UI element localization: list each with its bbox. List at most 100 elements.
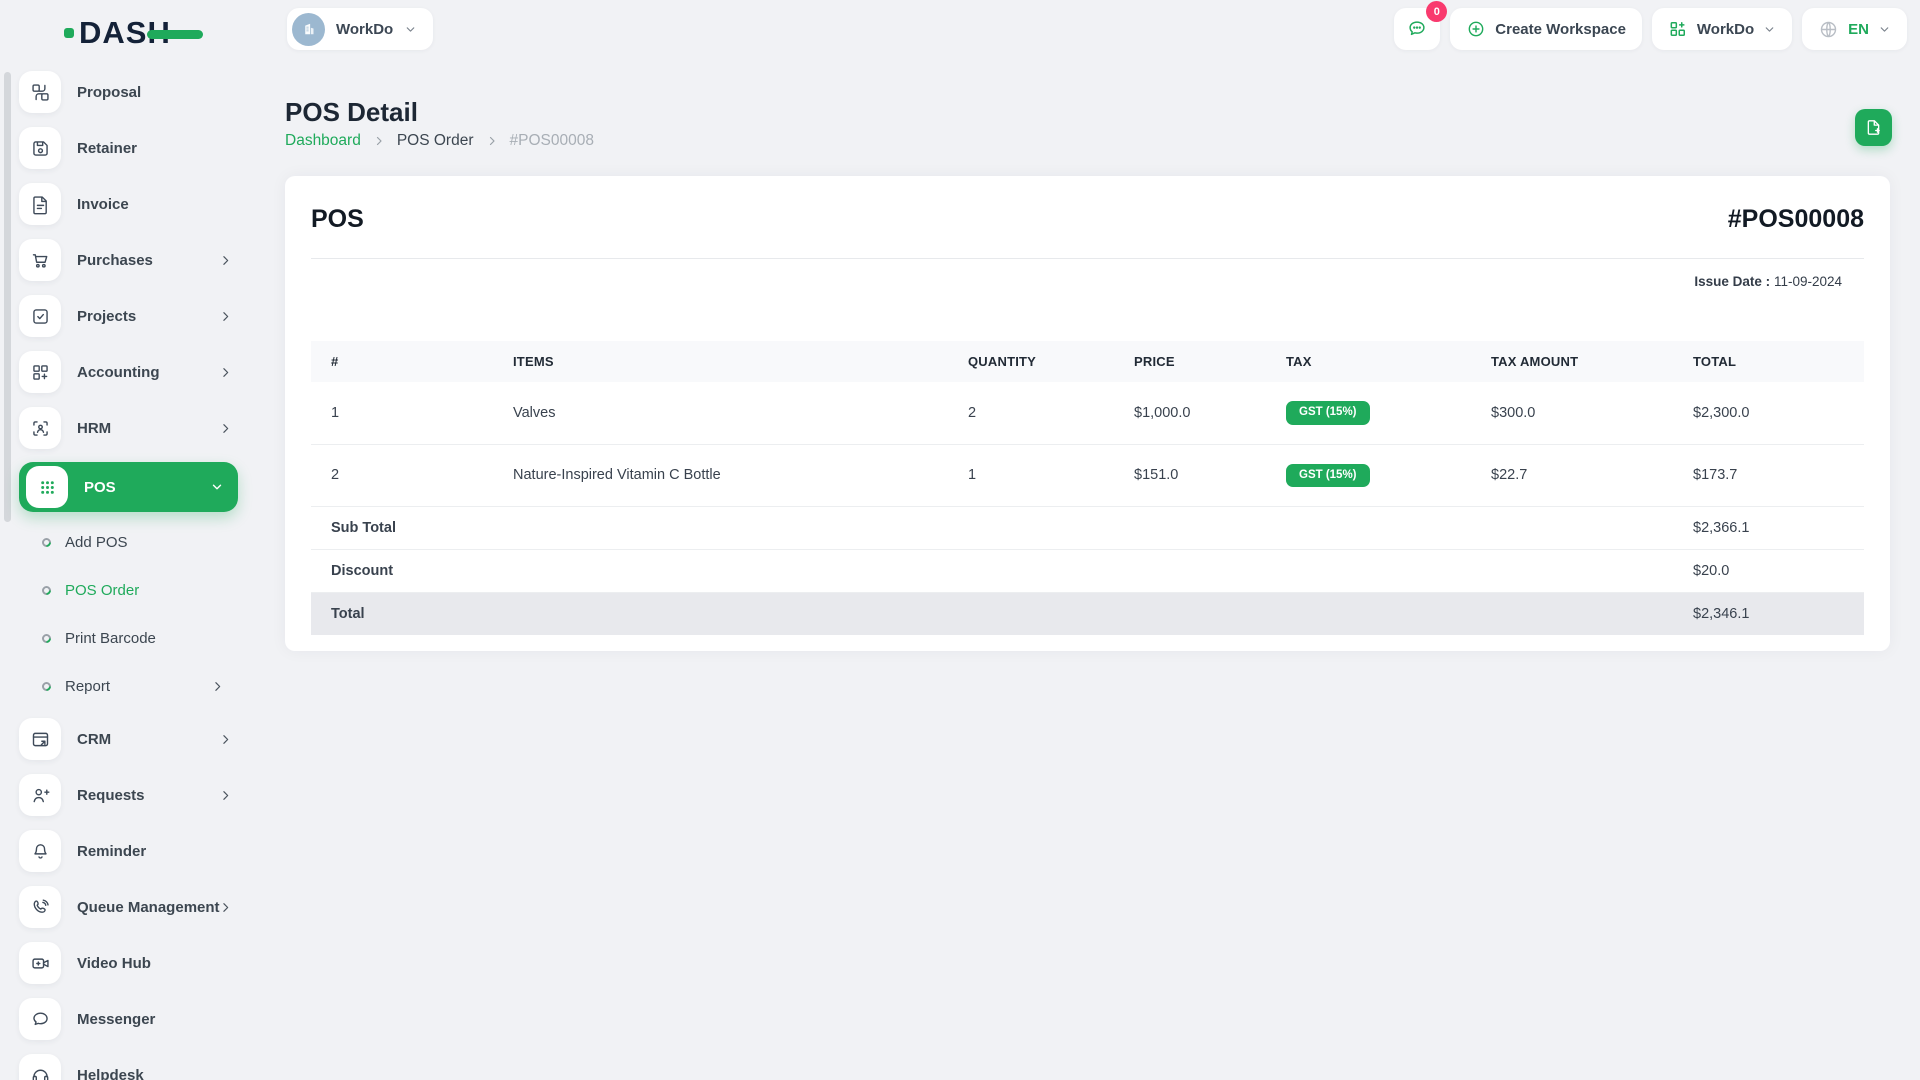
chevron-down-icon	[1765, 26, 1774, 32]
chevron-right-icon	[223, 734, 229, 744]
sidebar-item-label: Reminder	[77, 842, 147, 860]
sidebar-item-proposal[interactable]: Proposal	[19, 70, 238, 114]
cell-tax: GST (15%)	[1266, 443, 1471, 507]
sidebar-item-label: Projects	[77, 307, 137, 325]
pos-detail-card: POS #POS00008 Issue Date : 11-09-2024 # …	[285, 176, 1890, 651]
sidebar-subitem-label: POS Order	[65, 581, 140, 599]
logo-accent-bar	[146, 29, 203, 39]
sidebar-item-invoice[interactable]: Invoice	[19, 182, 238, 226]
cell-quantity: 2	[968, 404, 977, 421]
subtotal-value: $2,366.1	[1673, 506, 1864, 550]
topbar-actions: 0 Create Workspace WorkDo EN	[1394, 1, 1907, 50]
bell-icon	[33, 843, 47, 859]
sidebar-item-label: Invoice	[77, 195, 129, 213]
dash-logo: DASH	[64, 15, 203, 50]
issue-date-row: Issue Date : 11-09-2024	[311, 274, 1864, 289]
sidebar-subitem-report[interactable]: Report	[40, 669, 238, 703]
chevron-down-icon	[212, 484, 222, 490]
sidebar-item-label: Retainer	[77, 139, 138, 157]
bullet-icon	[40, 631, 53, 645]
chevron-right-icon	[223, 311, 229, 321]
sidebar-subitem-pos-order[interactable]: POS Order	[40, 573, 238, 607]
sidebar-item-helpdesk[interactable]: Helpdesk	[19, 1053, 238, 1080]
breadcrumb-dashboard-link[interactable]: Dashboard	[285, 132, 361, 150]
cell-tax: GST (15%)	[1266, 382, 1471, 444]
crm-icon	[32, 732, 48, 746]
card-divider	[311, 258, 1864, 259]
projects-icon	[32, 308, 48, 324]
sidebar-item-crm[interactable]: CRM	[19, 717, 238, 761]
sidebar-subitem-add-pos[interactable]: Add POS	[40, 525, 238, 559]
hrm-icon	[32, 420, 48, 436]
subtotal-label: Sub Total	[311, 506, 1673, 550]
sidebar-item-accounting[interactable]: Accounting	[19, 350, 238, 394]
language-button[interactable]: EN	[1802, 8, 1907, 50]
sidebar-item-queue-management[interactable]: Queue Management	[19, 885, 238, 929]
total-row: Total $2,346.1	[311, 592, 1864, 635]
sidebar-item-label: POS	[84, 478, 116, 496]
sidebar-subitem-label: Add POS	[65, 533, 128, 551]
sidebar-item-projects[interactable]: Projects	[19, 294, 238, 338]
workspace-selector[interactable]: WorkDo	[287, 8, 434, 50]
sidebar-item-label: Accounting	[77, 363, 160, 381]
table-header-row: # ITEMS QUANTITY PRICE TAX TAX AMOUNT TO…	[311, 341, 1864, 382]
sidebar-item-label: Queue Management	[77, 898, 220, 916]
chat-bubble-icon	[32, 1012, 48, 1025]
table-row: 1 Valves 2 $1,000.0 GST (15%) $300.0 $2,…	[311, 382, 1864, 444]
sidebar-item-label: Requests	[77, 786, 145, 804]
sidebar-item-retainer[interactable]: Retainer	[19, 126, 238, 170]
export-pos-button[interactable]	[1855, 109, 1892, 146]
plus-circle-icon	[1468, 21, 1484, 37]
workspace-menu-button[interactable]: WorkDo	[1651, 8, 1793, 50]
chevron-right-icon	[223, 367, 229, 377]
sidebar-item-video-hub[interactable]: Video Hub	[19, 941, 238, 985]
sidebar-item-label: CRM	[77, 730, 112, 748]
tax-badge: GST (15%)	[1286, 463, 1370, 487]
language-code: EN	[1848, 20, 1869, 38]
sidebar-item-messenger[interactable]: Messenger	[19, 997, 238, 1041]
file-plus-icon	[1867, 120, 1880, 135]
cell-tax-amount: $300.0	[1491, 404, 1536, 421]
create-workspace-button[interactable]: Create Workspace	[1450, 8, 1642, 50]
breadcrumb-pos-order-link[interactable]: POS Order	[397, 132, 474, 150]
sidebar-item-label: Helpdesk	[77, 1066, 144, 1080]
cell-price: $1,000.0	[1134, 404, 1191, 421]
messages-icon	[1409, 21, 1425, 36]
cell-price: $151.0	[1114, 443, 1266, 507]
cell-quantity: 1	[948, 443, 1114, 507]
col-header-items: ITEMS	[493, 341, 948, 382]
chevron-right-icon	[215, 681, 221, 691]
cell-tax-amount: $22.7	[1471, 443, 1673, 507]
sidebar-item-pos[interactable]: POS	[19, 462, 238, 512]
tax-badge: GST (15%)	[1286, 401, 1370, 425]
total-label: Total	[311, 592, 1673, 635]
messages-button[interactable]: 0	[1394, 1, 1448, 50]
sidebar-item-label: Proposal	[77, 83, 142, 101]
issue-date-label: Issue Date :	[1694, 274, 1771, 289]
discount-value: $20.0	[1673, 549, 1864, 593]
workspaces-icon	[1670, 22, 1685, 36]
app-root: DASH WorkDo 0 Create Workspace WorkDo EN…	[0, 0, 1920, 1080]
sidebar-subitem-print-barcode[interactable]: Print Barcode	[40, 621, 238, 655]
cell-item: Nature-Inspired Vitamin C Bottle	[493, 443, 948, 507]
sidebar-item-purchases[interactable]: Purchases	[19, 238, 238, 282]
user-plus-icon	[33, 788, 50, 802]
sidebar-item-requests[interactable]: Requests	[19, 773, 238, 817]
accounting-icon	[32, 364, 48, 380]
sidebar-item-label: Messenger	[77, 1010, 156, 1028]
col-header-tax: TAX	[1266, 341, 1471, 382]
sidebar-item-hrm[interactable]: HRM	[19, 406, 238, 450]
col-header-no: #	[311, 341, 493, 382]
col-header-price: PRICE	[1114, 341, 1266, 382]
subtotal-row: Sub Total $2,366.1	[311, 506, 1864, 550]
bullet-icon	[40, 535, 53, 549]
breadcrumb-current: #POS00008	[509, 132, 594, 149]
issue-date-value: 11-09-2024	[1773, 274, 1842, 289]
pos-number: #POS00008	[1727, 204, 1864, 233]
sidebar-item-label: Purchases	[77, 251, 153, 269]
col-header-quantity: QUANTITY	[948, 341, 1114, 382]
sidebar-item-reminder[interactable]: Reminder	[19, 829, 238, 873]
chevron-right-icon	[223, 255, 229, 265]
phone-icon	[33, 898, 49, 913]
chevron-right-icon	[223, 902, 229, 912]
